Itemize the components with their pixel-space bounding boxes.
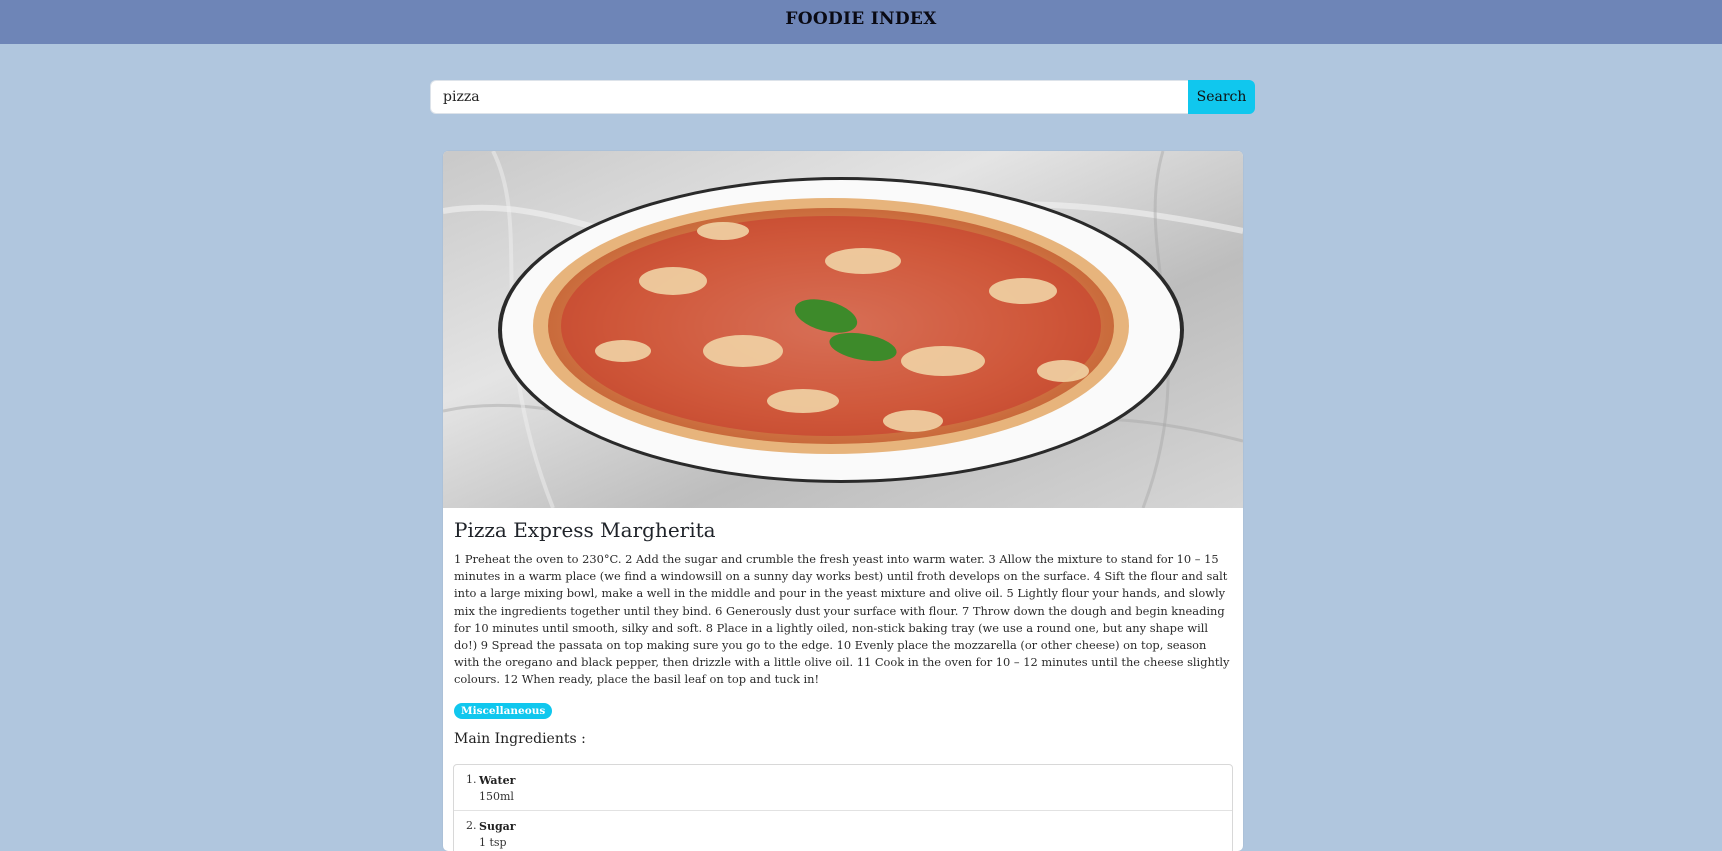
navbar: FOODIE INDEX (0, 0, 1722, 44)
ingredient-list: 1. Water 150ml 2. Sugar 1 tsp (453, 763, 1233, 851)
ingredient-measure: 150ml (479, 789, 514, 803)
ingredient-name: Water (479, 773, 516, 787)
search-input[interactable] (430, 80, 1188, 114)
ingredient-number: 2. (466, 818, 477, 832)
ingredient-number: 1. (466, 772, 477, 786)
ingredient-item: 2. Sugar 1 tsp (454, 811, 1232, 851)
search-button[interactable]: Search (1188, 80, 1255, 114)
recipe-title: Pizza Express Margherita (454, 518, 716, 542)
ingredients-heading: Main Ingredients : (454, 730, 586, 747)
ingredient-measure: 1 tsp (479, 835, 507, 849)
brand-title[interactable]: FOODIE INDEX (785, 9, 936, 29)
recipe-instructions: 1 Preheat the oven to 230°C. 2 Add the s… (454, 552, 1230, 687)
ingredient-name: Sugar (479, 819, 516, 833)
recipe-card: Pizza Express Margherita 1 Preheat the o… (443, 151, 1243, 851)
search-bar: Search (430, 80, 1255, 114)
recipe-body: Pizza Express Margherita 1 Preheat the o… (443, 508, 1243, 851)
category-badge: Miscellaneous (454, 702, 553, 719)
recipe-image (443, 151, 1243, 508)
ingredient-item: 1. Water 150ml (454, 765, 1232, 811)
